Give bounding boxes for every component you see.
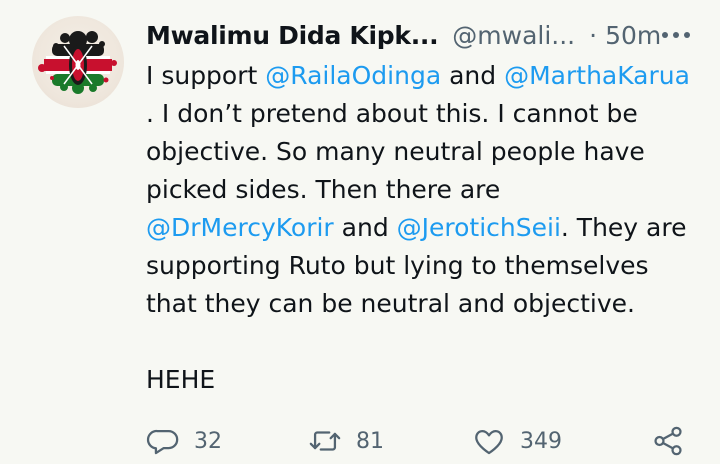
text-line: that they can be neutral and objective. [146,289,635,318]
like-button[interactable]: 349 [472,420,562,462]
retweet-button[interactable]: 81 [308,420,384,462]
share-icon [654,426,682,456]
text-line: objective. So many neutral people have [146,137,645,166]
text-line: supporting Ruto but lying to themselves [146,251,649,280]
kenya-flag-avatar-icon [38,31,117,94]
text-segment: and [441,61,505,90]
more-icon[interactable] [662,32,696,38]
text-segment: I support [146,61,266,90]
mention-dr-mercy-korir[interactable]: @DrMercyKorir [146,213,334,242]
tweet-time[interactable]: 50m [605,21,661,50]
reply-button[interactable]: 32 [146,420,222,462]
avatar[interactable] [32,16,124,108]
mention-raila-odinga[interactable]: @RailaOdinga [265,61,441,90]
reply-count: 32 [194,428,222,454]
action-bar: 32 81 349 [146,420,706,462]
mention-martha-karua[interactable]: @MarthaKarua [504,61,690,90]
mention-jerotich-seii[interactable]: @JerotichSeii [397,213,561,242]
reply-icon [146,429,179,455]
text-line: HEHE [146,365,216,394]
separator-dot: · [589,20,598,50]
share-button[interactable] [651,420,685,462]
retweet-count: 81 [356,428,384,454]
tweet-text: I support @RailaOdinga and @MarthaKarua … [146,57,706,399]
retweet-icon [309,431,341,451]
text-segment: and [333,213,397,242]
tweet-header: Mwalimu Dida Kipk... @mwali... · 50m [146,18,696,52]
author-name[interactable]: Mwalimu Dida Kipk... [146,21,439,50]
like-count: 349 [520,428,562,454]
text-line: . I don’t pretend about this. I cannot b… [146,99,638,128]
text-line: picked sides. Then there are [146,175,501,204]
text-segment: . They are [560,213,687,242]
author-handle[interactable]: @mwali... [452,21,575,50]
like-icon [475,429,503,455]
